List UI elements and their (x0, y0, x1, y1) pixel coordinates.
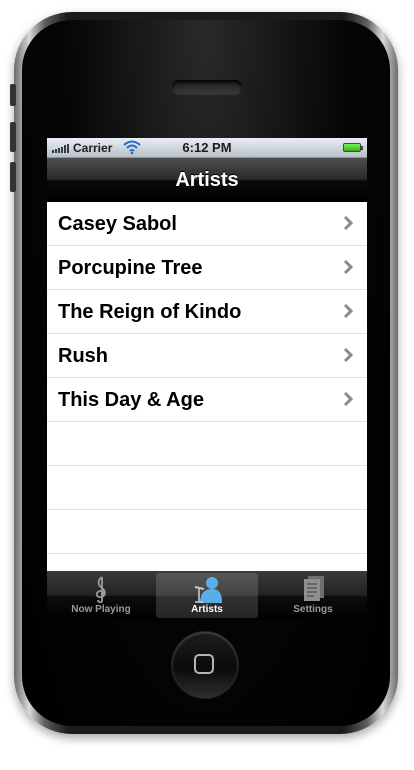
list-item-artist[interactable]: The Reign of Kindo (47, 290, 367, 334)
mute-switch (10, 84, 16, 106)
empty-row (47, 510, 367, 554)
treble-clef-icon (95, 576, 106, 603)
earpiece-speaker (172, 80, 242, 94)
list-item-artist[interactable]: Casey Sabol (47, 202, 367, 246)
empty-row (47, 422, 367, 466)
chevron-right-icon (343, 347, 354, 363)
volume-down-button (10, 162, 16, 192)
tab-label: Artists (191, 604, 223, 615)
list-item-artist[interactable]: Rush (47, 334, 367, 378)
tab-bar: Now Playing Artists Settings (47, 571, 367, 620)
list-item-artist[interactable]: This Day & Age (47, 378, 367, 422)
tab-artists[interactable]: Artists (156, 573, 258, 618)
settings-document-icon (304, 576, 324, 601)
chevron-right-icon (343, 215, 354, 231)
chevron-right-icon (343, 391, 354, 407)
artist-microphone-icon (194, 577, 222, 603)
home-button[interactable] (172, 632, 238, 698)
artist-name: Rush (58, 345, 108, 367)
chevron-right-icon (343, 303, 354, 319)
list-item-artist[interactable]: Porcupine Tree (47, 246, 367, 290)
app-screen: Carrier 6:12 PM Artists Casey Sabol Porc… (47, 138, 367, 620)
artist-name: The Reign of Kindo (58, 301, 242, 323)
battery-icon (343, 143, 363, 152)
tab-now-playing[interactable]: Now Playing (50, 573, 152, 618)
page-title: Artists (175, 169, 239, 191)
artist-name: Porcupine Tree (58, 257, 203, 279)
home-button-square-icon (194, 654, 214, 674)
tab-label: Settings (293, 604, 333, 615)
artist-list: Casey Sabol Porcupine Tree The Reign of … (47, 202, 367, 554)
tab-label: Now Playing (71, 604, 131, 615)
navigation-bar: Artists (47, 158, 367, 203)
tab-settings[interactable]: Settings (262, 573, 364, 618)
artist-name: This Day & Age (58, 389, 204, 411)
chevron-right-icon (343, 259, 354, 275)
artist-name: Casey Sabol (58, 213, 177, 235)
status-bar: Carrier 6:12 PM (47, 138, 367, 158)
status-time: 6:12 PM (182, 140, 232, 155)
empty-row (47, 466, 367, 510)
volume-up-button (10, 122, 16, 152)
